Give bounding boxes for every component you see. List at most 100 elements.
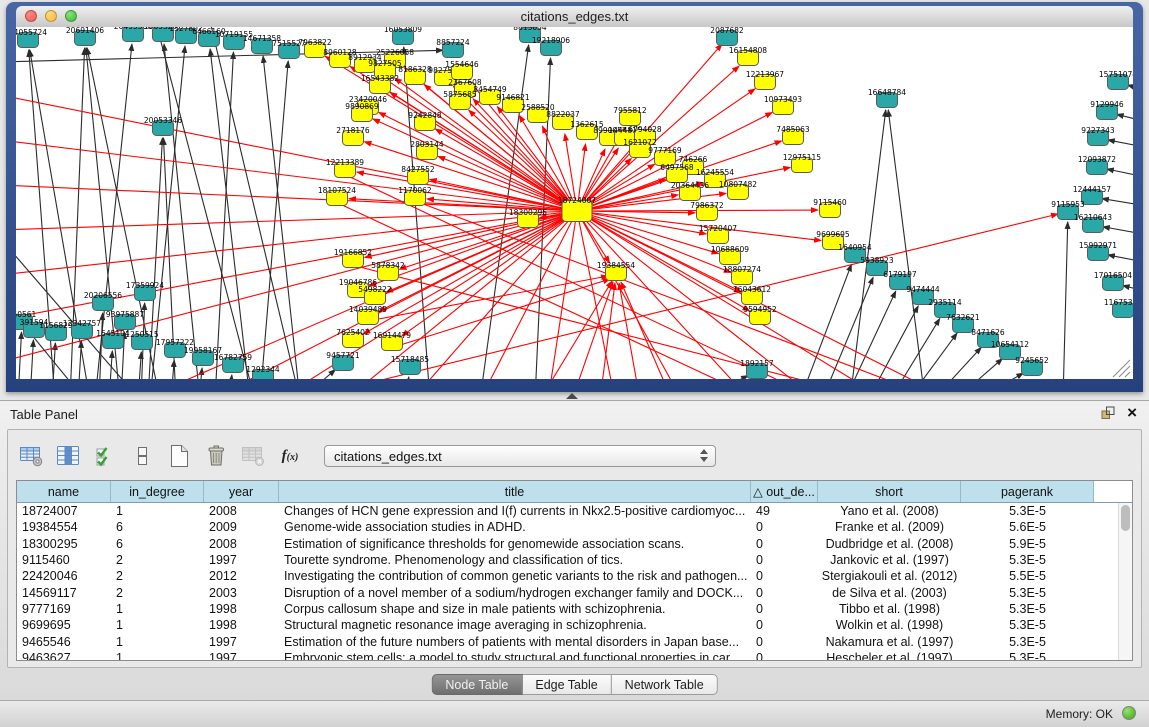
cell-pagerank[interactable]: 5.3E-5	[961, 651, 1094, 660]
cell-pagerank[interactable]: 5.5E-5	[961, 569, 1094, 583]
show-columns-icon[interactable]	[55, 444, 81, 468]
splitter-handle-icon[interactable]	[566, 393, 578, 399]
cell-name[interactable]: 9115460	[17, 553, 111, 567]
panel-splitter[interactable]	[0, 392, 1149, 400]
cell-name[interactable]: 22420046	[17, 569, 111, 583]
cell-name[interactable]: 9463627	[17, 651, 111, 660]
cell-in_degree[interactable]: 2	[111, 569, 204, 583]
cell-short[interactable]: Jankovic et al. (1997)	[818, 553, 961, 567]
table-row[interactable]: 1938455462009Genome-wide association stu…	[17, 519, 1132, 535]
cell-year[interactable]: 2009	[204, 520, 279, 534]
cell-title[interactable]: Estimation of the future numbers of pati…	[279, 635, 751, 649]
cell-pagerank[interactable]: 5.3E-5	[961, 553, 1094, 567]
table-row[interactable]: 911546021997Tourette syndrome. Phenomeno…	[17, 552, 1132, 568]
cell-title[interactable]: Genome-wide association studies in ADHD.	[279, 520, 751, 534]
cell-out_de[interactable]: 0	[751, 586, 818, 600]
cell-short[interactable]: Stergiakouli et al. (2012)	[818, 569, 961, 583]
table-body[interactable]: 1872400712008Changes of HCN gene express…	[17, 503, 1132, 660]
cell-pagerank[interactable]: 5.3E-5	[961, 618, 1094, 632]
cell-title[interactable]: Disruption of a novel member of a sodium…	[279, 586, 751, 600]
cell-title[interactable]: Embryonic stem cells: a model to study s…	[279, 651, 751, 660]
cell-in_degree[interactable]: 6	[111, 520, 204, 534]
cell-out_de[interactable]: 0	[751, 569, 818, 583]
column-header-pagerank[interactable]: pagerank	[961, 481, 1094, 502]
cell-pagerank[interactable]: 5.3E-5	[961, 635, 1094, 649]
cell-in_degree[interactable]: 1	[111, 618, 204, 632]
network-canvas[interactable]: 1872400779638228960128891293425226058982…	[16, 27, 1133, 379]
cell-name[interactable]: 19384554	[17, 520, 111, 534]
cell-out_de[interactable]: 0	[751, 602, 818, 616]
column-header-year[interactable]: year	[204, 481, 279, 502]
table-row[interactable]: 1456911722003Disruption of a novel membe…	[17, 584, 1132, 600]
column-header-out_de[interactable]: △ out_de...	[751, 481, 818, 502]
table-row[interactable]: 2242004622012Investigating the contribut…	[17, 568, 1132, 584]
cell-short[interactable]: Dudbridge et al. (2008)	[818, 537, 961, 551]
cell-short[interactable]: Tibbo et al. (1998)	[818, 602, 961, 616]
new-table-icon[interactable]	[166, 444, 192, 468]
zoom-window-icon[interactable]	[65, 10, 77, 22]
cell-year[interactable]: 2008	[204, 537, 279, 551]
tab-edge-table[interactable]: Edge Table	[522, 674, 611, 695]
select-columns-icon[interactable]	[92, 444, 118, 468]
cell-out_de[interactable]: 0	[751, 537, 818, 551]
cell-year[interactable]: 1998	[204, 602, 279, 616]
cell-short[interactable]: Hescheler et al. (1997)	[818, 651, 961, 660]
cell-out_de[interactable]: 0	[751, 635, 818, 649]
cell-in_degree[interactable]: 2	[111, 586, 204, 600]
cell-title[interactable]: Tourette syndrome. Phenomenology and cla…	[279, 553, 751, 567]
cell-name[interactable]: 9777169	[17, 602, 111, 616]
cell-short[interactable]: Franke et al. (2009)	[818, 520, 961, 534]
minimize-window-icon[interactable]	[45, 10, 57, 22]
cell-year[interactable]: 2008	[204, 504, 279, 518]
table-row[interactable]: 1830029562008Estimation of significance …	[17, 536, 1132, 552]
delete-table-icon[interactable]	[203, 444, 229, 468]
cell-year[interactable]: 1997	[204, 553, 279, 567]
column-header-in_degree[interactable]: in_degree	[111, 481, 204, 502]
table-selector-dropdown[interactable]: citations_edges.txt	[324, 445, 716, 467]
citation-network-graph[interactable]: 1872400779638228960128891293425226058982…	[16, 27, 1133, 379]
cell-title[interactable]: Structural magnetic resonance image aver…	[279, 618, 751, 632]
cell-title[interactable]: Changes of HCN gene expression and I(f) …	[279, 504, 751, 518]
cell-pagerank[interactable]: 5.3E-5	[961, 586, 1094, 600]
column-header-title[interactable]: title	[279, 481, 751, 502]
close-window-icon[interactable]	[25, 10, 37, 22]
cell-short[interactable]: de Silva et al. (2003)	[818, 586, 961, 600]
cell-name[interactable]: 9699695	[17, 618, 111, 632]
cell-name[interactable]: 18300295	[17, 537, 111, 551]
cell-pagerank[interactable]: 5.6E-5	[961, 520, 1094, 534]
cell-year[interactable]: 2012	[204, 569, 279, 583]
cell-name[interactable]: 18724007	[17, 504, 111, 518]
import-table-icon[interactable]	[240, 444, 266, 468]
cell-out_de[interactable]: 49	[751, 504, 818, 518]
function-builder-icon[interactable]: f(x)	[277, 444, 303, 468]
row-height-icon[interactable]	[129, 444, 155, 468]
cell-year[interactable]: 1997	[204, 651, 279, 660]
tab-node-table[interactable]: Node Table	[431, 674, 522, 695]
cell-short[interactable]: Wolkin et al. (1998)	[818, 618, 961, 632]
cell-title[interactable]: Investigating the contribution of common…	[279, 569, 751, 583]
cell-in_degree[interactable]: 1	[111, 602, 204, 616]
cell-pagerank[interactable]: 5.3E-5	[961, 504, 1094, 518]
cell-in_degree[interactable]: 2	[111, 553, 204, 567]
vertical-scrollbar[interactable]	[1118, 503, 1132, 660]
table-row[interactable]: 946362711997Embryonic stem cells: a mode…	[17, 650, 1132, 660]
scrollbar-thumb[interactable]	[1121, 505, 1130, 531]
column-header-short[interactable]: short	[818, 481, 961, 502]
table-row[interactable]: 946554611997Estimation of the future num…	[17, 633, 1132, 649]
cell-short[interactable]: Yano et al. (2008)	[818, 504, 961, 518]
table-row[interactable]: 977716911998Corpus callosum shape and si…	[17, 601, 1132, 617]
cell-out_de[interactable]: 0	[751, 553, 818, 567]
close-panel-icon[interactable]: ×	[1127, 406, 1137, 420]
cell-short[interactable]: Nakamura et al. (1997)	[818, 635, 961, 649]
cell-name[interactable]: 9465546	[17, 635, 111, 649]
column-header-name[interactable]: name	[17, 481, 111, 502]
cell-year[interactable]: 1998	[204, 618, 279, 632]
cell-year[interactable]: 1997	[204, 635, 279, 649]
table-row[interactable]: 969969511998Structural magnetic resonanc…	[17, 617, 1132, 633]
cell-title[interactable]: Estimation of significance thresholds fo…	[279, 537, 751, 551]
cell-out_de[interactable]: 0	[751, 618, 818, 632]
cell-in_degree[interactable]: 1	[111, 635, 204, 649]
tab-network-table[interactable]: Network Table	[612, 674, 718, 695]
cell-in_degree[interactable]: 6	[111, 537, 204, 551]
cell-in_degree[interactable]: 1	[111, 651, 204, 660]
